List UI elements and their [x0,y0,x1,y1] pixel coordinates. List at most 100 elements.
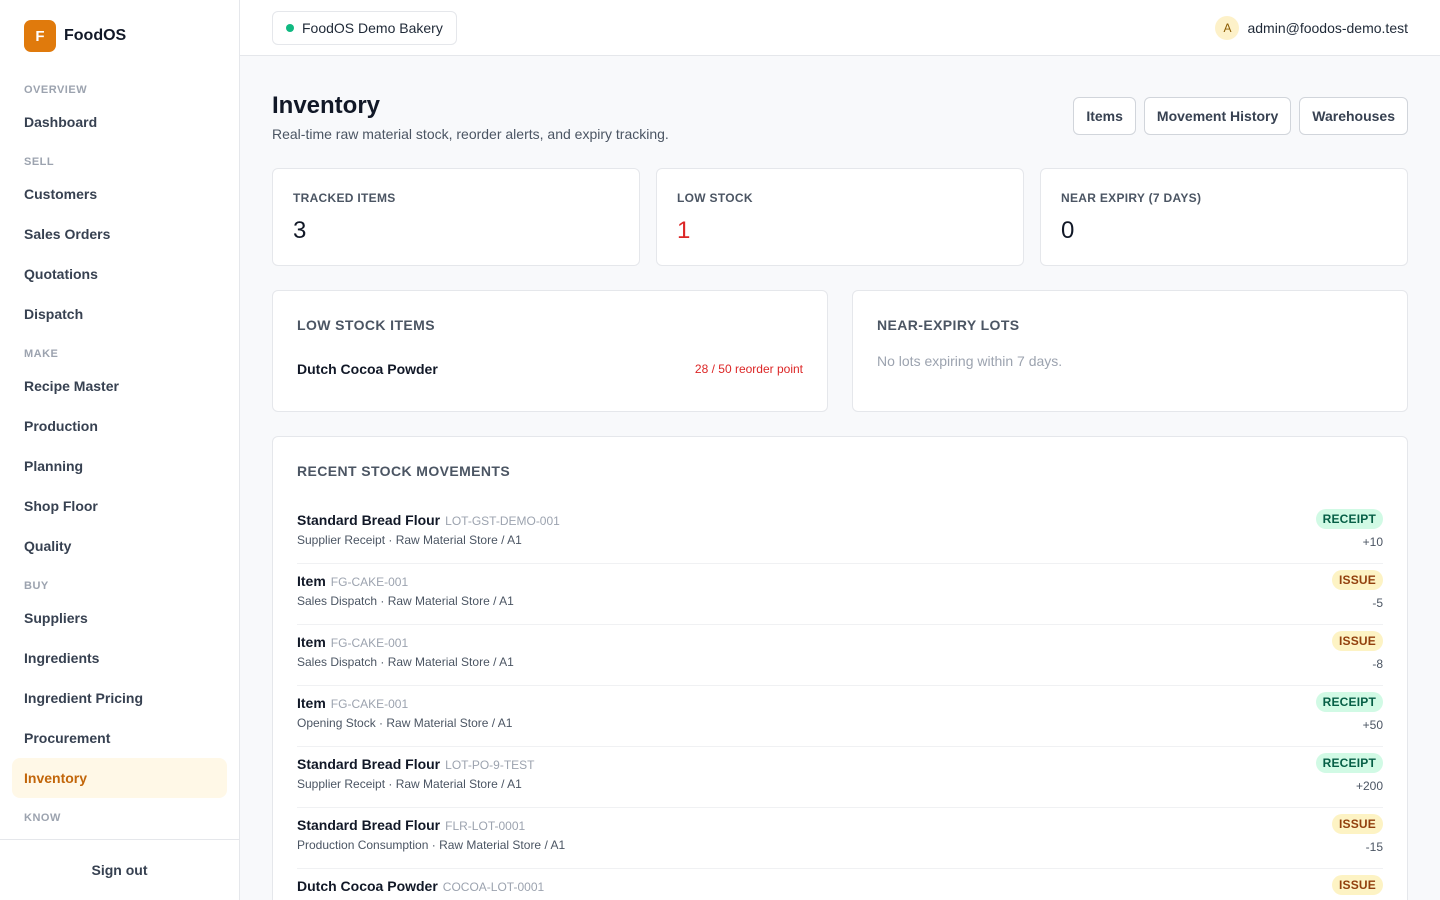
stat-label: LOW STOCK [677,191,753,205]
nav-section-sell: SELL [24,156,55,168]
movement-type-badge: RECEIPT [1315,692,1383,712]
org-status-dot [286,24,294,32]
movement-type-badge: RECEIPT [1315,509,1383,529]
movement-quantity: +50 [1362,718,1383,732]
movement-lot-code: FG-CAKE-001 [330,575,409,589]
movement-detail: Supplier Receipt · Raw Material Store / … [297,777,522,791]
org-name: FoodOS Demo Bakery [302,20,443,36]
movement-row[interactable]: Standard Bread Flour FLR-LOT-0001 Producti… [297,808,1383,869]
movement-quantity: -8 [1372,657,1383,671]
movement-lot-code: FG-CAKE-001 [330,636,409,650]
sidebar-nav: OVERVIEW Dashboard SELL Customers Sales Orde… [12,70,227,838]
page-subtitle: Real-time raw material stock, reorder al… [272,126,669,142]
sidebar-item-dispatch[interactable]: Dispatch [12,294,227,334]
sidebar: F FoodOS OVERVIEW Dashboard SELL Customers S… [0,0,240,900]
movement-lot-code: LOT-PO-9-TEST [445,758,535,772]
nav-section-know: KNOW [24,812,61,824]
stat-card-near-expiry: NEAR EXPIRY (7 DAYS) 0 [1040,168,1408,266]
movement-item-name: Standard Bread Flour LOT-GST-DEMO-001 [297,512,560,528]
sidebar-item-sales-orders[interactable]: Sales Orders [12,214,227,254]
movement-detail: Sales Dispatch · Raw Material Store / A1 [297,655,514,669]
movement-item-label: Standard Bread Flour [297,817,441,833]
topbar: FoodOS Demo Bakery A admin@foodos-demo.t… [240,0,1440,56]
movement-history-button[interactable]: Movement History [1143,97,1292,135]
items-button[interactable]: Items [1073,97,1136,135]
sidebar-footer: Sign out [0,839,239,900]
stat-card-low-stock: LOW STOCK 1 [656,168,1024,266]
movement-row[interactable]: Standard Bread Flour LOT-GST-DEMO-001 Supp… [297,503,1383,564]
movement-detail: Production Consumption · Raw Material St… [297,838,566,852]
low-stock-row[interactable]: Dutch Cocoa Powder 28 / 50 reorder point [297,361,803,377]
org-switcher[interactable]: FoodOS Demo Bakery [272,11,457,45]
sidebar-item-recipe-master[interactable]: Recipe Master [12,366,227,406]
low-stock-item-name: Dutch Cocoa Powder [297,361,438,377]
movement-detail: Sales Dispatch · Raw Material Store / A1 [297,594,514,608]
stat-value: 0 [1061,217,1075,244]
brand[interactable]: F FoodOS [24,20,126,52]
movement-item-name: Item FG-CAKE-001 [297,634,408,650]
sidebar-item-procurement[interactable]: Procurement [12,718,227,758]
stat-label: TRACKED ITEMS [293,191,396,205]
movement-type-badge: ISSUE [1331,631,1383,651]
sidebar-item-suppliers[interactable]: Suppliers [12,598,227,638]
movement-row[interactable]: Item FG-CAKE-001 Sales Dispatch · Raw Mate… [297,564,1383,625]
movement-item-label: Item [297,573,326,589]
movement-type-badge: ISSUE [1331,875,1383,895]
movement-type-badge: RECEIPT [1315,753,1383,773]
warehouses-button[interactable]: Warehouses [1299,97,1408,135]
movement-item-label: Standard Bread Flour [297,756,441,772]
sign-out-button[interactable]: Sign out [92,862,148,878]
movement-row[interactable]: Item FG-CAKE-001 Opening Stock · Raw Mater… [297,686,1383,747]
movement-item-name: Dutch Cocoa Powder COCOA-LOT-0001 [297,878,544,894]
movement-lot-code: LOT-GST-DEMO-001 [445,514,560,528]
movement-detail: Opening Stock · Raw Material Store / A1 [297,716,513,730]
movement-quantity: +10 [1362,535,1383,549]
movement-lot-code: COCOA-LOT-0001 [442,880,545,894]
sidebar-item-quality[interactable]: Quality [12,526,227,566]
movement-item-name: Standard Bread Flour LOT-PO-9-TEST [297,756,534,772]
user-menu[interactable]: A admin@foodos-demo.test [1215,16,1408,40]
stat-label: NEAR EXPIRY (7 DAYS) [1061,191,1202,205]
movement-item-label: Item [297,695,326,711]
movement-row[interactable]: Item FG-CAKE-001 Sales Dispatch · Raw Mate… [297,625,1383,686]
movement-row[interactable]: Standard Bread Flour LOT-PO-9-TEST Supplie… [297,747,1383,808]
card-title: RECENT STOCK MOVEMENTS [297,463,511,479]
empty-state-text: No lots expiring within 7 days. [877,353,1063,369]
movement-item-label: Dutch Cocoa Powder [297,878,438,894]
page-title: Inventory [272,92,381,119]
movements-list: Standard Bread Flour LOT-GST-DEMO-001 Supp… [297,503,1383,900]
sidebar-item-customers[interactable]: Customers [12,174,227,214]
card-title: LOW STOCK ITEMS [297,317,435,333]
movement-type-badge: ISSUE [1331,814,1383,834]
stat-value: 1 [677,217,691,244]
movement-quantity: -15 [1365,840,1383,854]
sidebar-item-production[interactable]: Production [12,406,227,446]
sidebar-item-inventory[interactable]: Inventory [12,758,227,798]
movement-quantity: -5 [1372,596,1383,610]
movement-item-label: Item [297,634,326,650]
header-actions: Items Movement History Warehouses [1073,97,1408,135]
nav-section-make: MAKE [24,348,59,360]
recent-movements-card: RECENT STOCK MOVEMENTS Standard Bread Fl… [272,436,1408,900]
movement-item-name: Item FG-CAKE-001 [297,695,408,711]
user-email: admin@foodos-demo.test [1247,20,1408,36]
sidebar-item-planning[interactable]: Planning [12,446,227,486]
movement-quantity: +200 [1355,779,1383,793]
low-stock-card: LOW STOCK ITEMS Dutch Cocoa Powder 28 / … [272,290,828,412]
sidebar-item-shop-floor[interactable]: Shop Floor [12,486,227,526]
movement-item-name: Standard Bread Flour FLR-LOT-0001 [297,817,525,833]
movement-type-badge: ISSUE [1331,570,1383,590]
stat-card-tracked-items: TRACKED ITEMS 3 [272,168,640,266]
sidebar-item-dashboard[interactable]: Dashboard [12,102,227,142]
brand-logo: F [24,20,56,52]
sidebar-item-ingredients[interactable]: Ingredients [12,638,227,678]
low-stock-reorder-meta: 28 / 50 reorder point [694,362,803,376]
sidebar-item-quotations[interactable]: Quotations [12,254,227,294]
movement-lot-code: FG-CAKE-001 [330,697,409,711]
card-title: NEAR-EXPIRY LOTS [877,317,1020,333]
movement-row[interactable]: Dutch Cocoa PowderCOCOA-LOT-0001Producti… [297,869,1383,900]
sidebar-item-ingredient-pricing[interactable]: Ingredient Pricing [12,678,227,718]
near-expiry-card: NEAR-EXPIRY LOTS No lots expiring within… [852,290,1408,412]
movement-lot-code: FLR-LOT-0001 [445,819,526,833]
avatar: A [1215,16,1240,40]
